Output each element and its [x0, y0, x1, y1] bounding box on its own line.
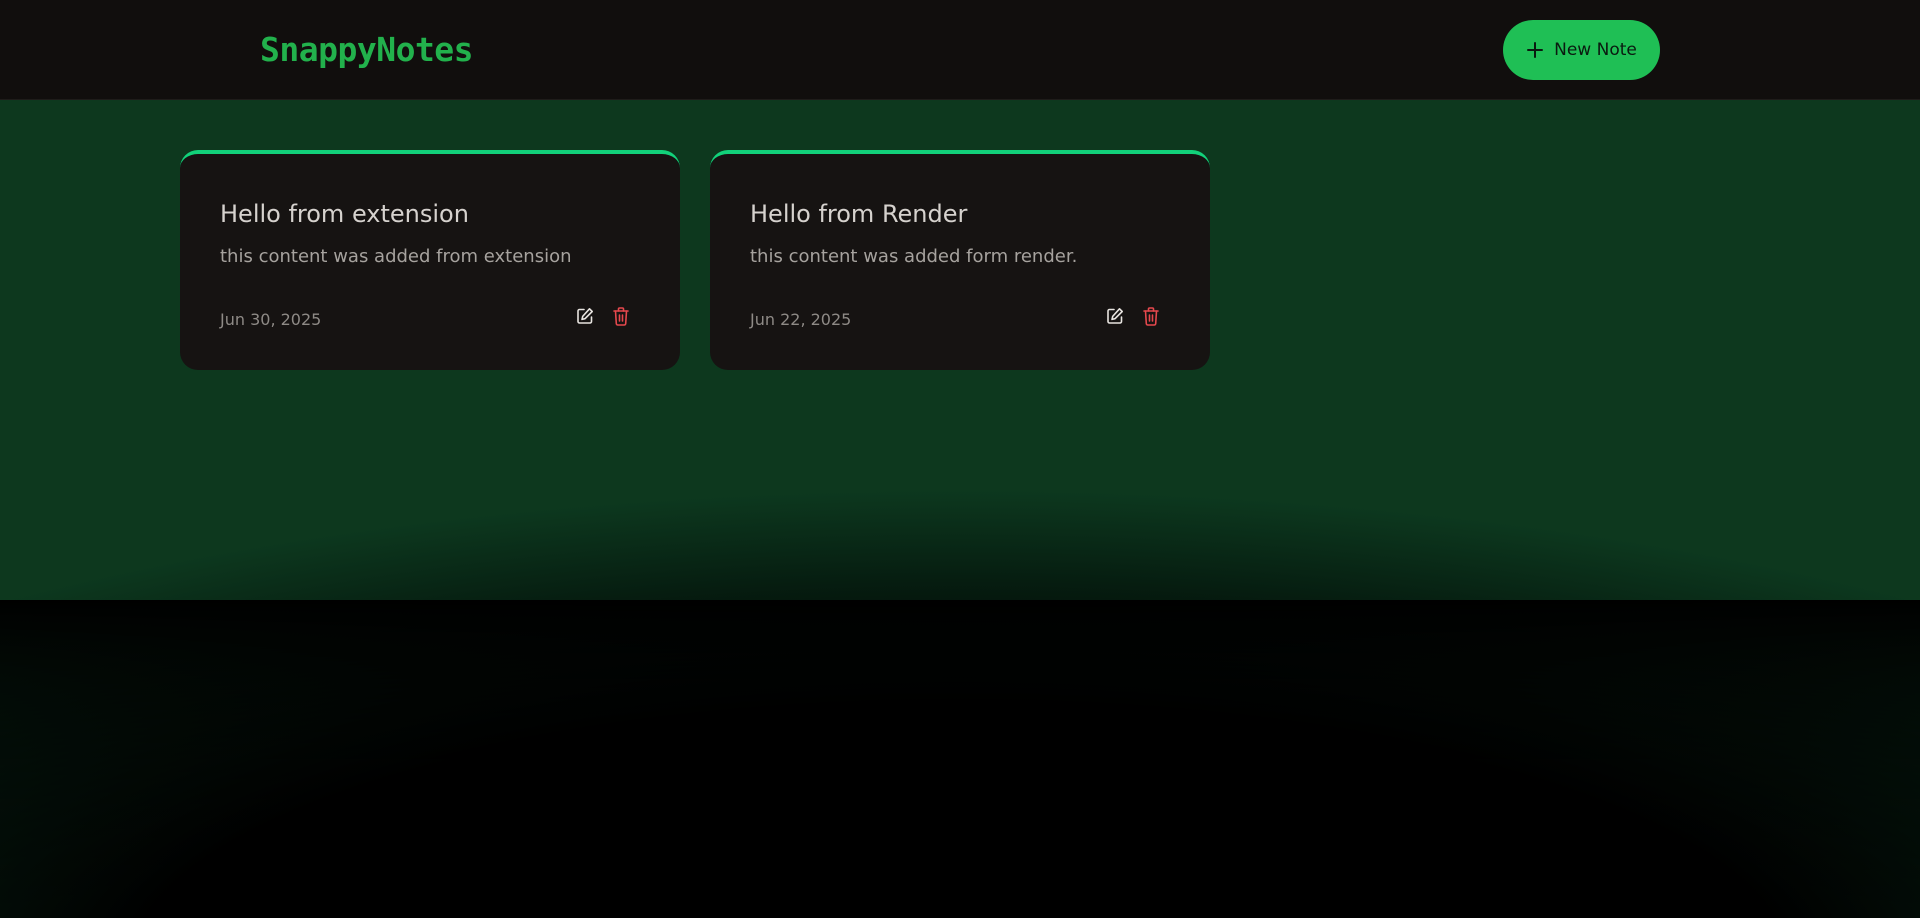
trash-icon[interactable]: [612, 306, 630, 326]
new-note-label: New Note: [1554, 40, 1637, 60]
note-actions: [576, 306, 630, 326]
new-note-button[interactable]: New Note: [1503, 20, 1660, 80]
note-actions: [1106, 306, 1160, 326]
note-title: Hello from extension: [220, 200, 469, 228]
background-glow: [0, 0, 1920, 918]
note-card[interactable]: Hello from extension this content was ad…: [180, 150, 680, 370]
note-date: Jun 22, 2025: [750, 310, 852, 329]
note-title: Hello from Render: [750, 200, 968, 228]
plus-icon: [1526, 41, 1544, 59]
note-card[interactable]: Hello from Render this content was added…: [710, 150, 1210, 370]
note-content: this content was added from extension: [220, 246, 572, 267]
note-content: this content was added form render.: [750, 246, 1078, 267]
edit-icon[interactable]: [576, 306, 594, 326]
app-logo[interactable]: SnappyNotes: [260, 30, 474, 70]
trash-icon[interactable]: [1142, 306, 1160, 326]
app-header: SnappyNotes New Note: [0, 0, 1920, 100]
note-date: Jun 30, 2025: [220, 310, 322, 329]
edit-icon[interactable]: [1106, 306, 1124, 326]
